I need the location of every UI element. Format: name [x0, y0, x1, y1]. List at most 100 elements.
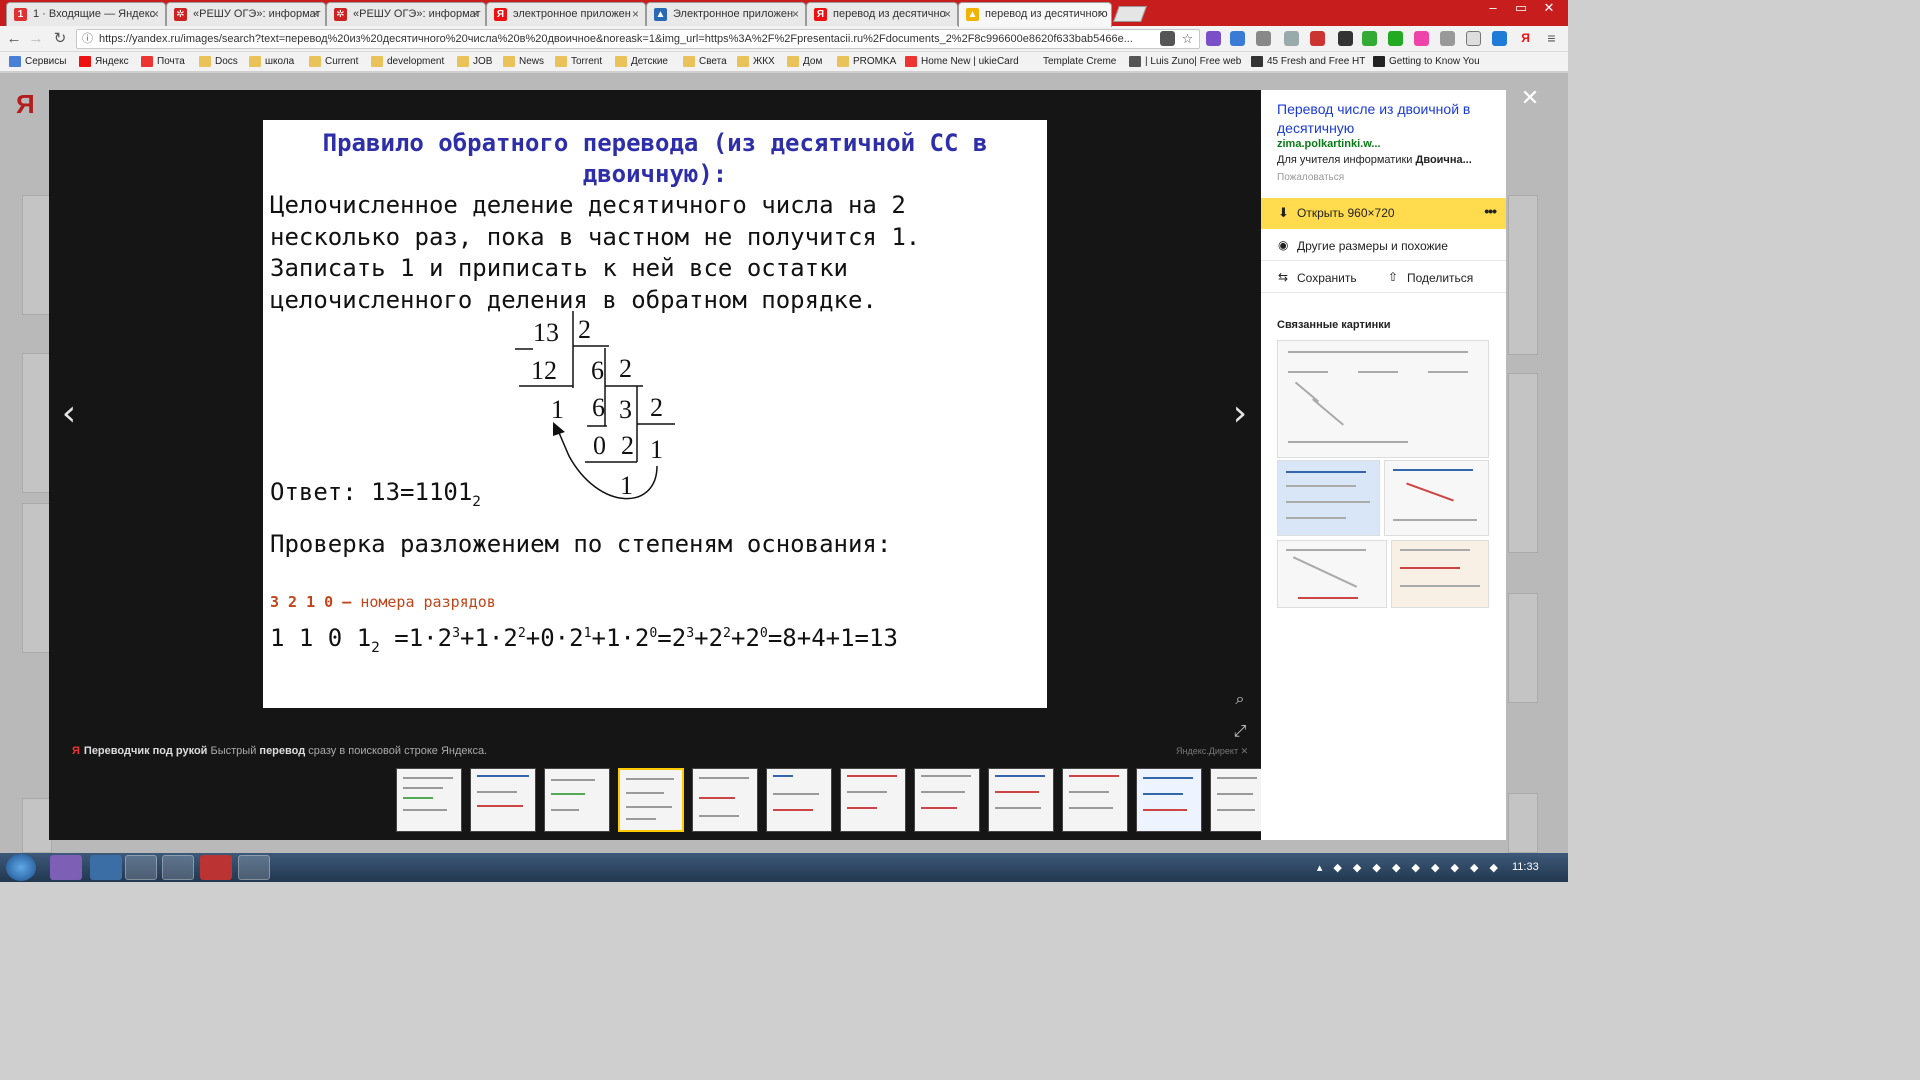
source-title-link[interactable]: Перевод числе из двоичной в десятичную — [1277, 100, 1497, 138]
more-options-icon[interactable]: ••• — [1484, 203, 1497, 219]
yandex-browser-icon[interactable] — [200, 855, 232, 880]
close-icon[interactable]: × — [312, 3, 319, 25]
bookmark-folder[interactable]: Детские — [614, 54, 668, 70]
mail-icon[interactable] — [1284, 31, 1299, 46]
cart-icon[interactable] — [1492, 31, 1507, 46]
close-icon[interactable]: × — [1098, 3, 1105, 25]
save-button[interactable]: ⇆ Сохранить — [1261, 262, 1381, 293]
chrome-icon[interactable] — [162, 855, 194, 880]
bookmark-folder[interactable]: Дом — [786, 54, 822, 70]
share-button[interactable]: ⇧ Поделиться — [1371, 262, 1506, 293]
info-icon[interactable]: ⓘ — [82, 30, 93, 48]
related-image[interactable] — [1384, 460, 1489, 536]
bookmark-item[interactable]: Home New | ukieCard — [904, 54, 1019, 70]
other-sizes-button[interactable]: ◉ Другие размеры и похожие — [1261, 230, 1506, 261]
menu-icon[interactable]: ≡ — [1544, 31, 1559, 46]
extension-icon[interactable] — [1440, 31, 1455, 46]
tab-reshu-oge-1[interactable]: ✲ «РЕШУ ОГЭ»: информат × — [166, 2, 326, 26]
chrome-icon[interactable] — [90, 855, 122, 880]
thumbnail[interactable] — [544, 768, 610, 832]
extension-icon[interactable] — [1362, 31, 1377, 46]
thumbnail[interactable] — [1136, 768, 1202, 832]
thumbnail[interactable] — [1210, 768, 1262, 832]
bookmark-item[interactable]: Template Creme — [1026, 54, 1116, 70]
close-icon[interactable]: × — [792, 3, 799, 25]
bookmark-item[interactable]: Сервисы — [8, 54, 66, 70]
bookmark-folder[interactable]: Current — [308, 54, 358, 70]
reload-icon[interactable]: ↻ — [50, 29, 70, 49]
tab-e-app-1[interactable]: Я электронное приложен × — [486, 2, 646, 26]
translate-icon[interactable] — [1230, 31, 1245, 46]
bookmark-folder[interactable]: development — [370, 54, 444, 70]
thumbnail[interactable] — [692, 768, 758, 832]
bookmark-folder[interactable]: PROMKA — [836, 54, 896, 70]
related-image[interactable] — [1277, 460, 1380, 536]
address-bar[interactable]: ⓘ https://yandex.ru/images/search?text=п… — [76, 29, 1200, 49]
tab-mail[interactable]: 1 1 · Входящие — Яндекс × — [6, 2, 166, 26]
ad-source[interactable]: Яндекс.Директ ✕ — [1176, 746, 1248, 757]
bookmark-item[interactable]: 45 Fresh and Free HT — [1250, 54, 1365, 70]
bookmark-folder[interactable]: News — [502, 54, 544, 70]
slide-image[interactable]: Правило обратного перевода (из десятично… — [263, 120, 1047, 708]
extension-icon[interactable] — [1414, 31, 1429, 46]
bookmark-item[interactable]: Почта — [140, 54, 185, 70]
bookmark-item[interactable]: Яндекс — [78, 54, 129, 70]
thumbnail[interactable] — [396, 768, 462, 832]
bookmark-folder[interactable]: Света — [682, 54, 727, 70]
extension-puzzle-icon[interactable] — [1160, 31, 1175, 46]
search-by-image-icon[interactable]: ⌕ — [1230, 690, 1250, 710]
window-icon[interactable] — [1466, 31, 1481, 46]
minimize-icon[interactable]: – — [1482, 0, 1504, 18]
ad-line[interactable]: Я Переводчик под рукой Быстрый перевод ср… — [72, 745, 487, 757]
clock[interactable]: 11:33 — [1512, 861, 1539, 873]
thumbnail[interactable] — [766, 768, 832, 832]
explorer-icon[interactable] — [125, 855, 157, 880]
thumbnail[interactable] — [988, 768, 1054, 832]
next-image-arrow-icon[interactable]: › — [1228, 396, 1252, 432]
close-icon[interactable]: × — [944, 3, 951, 25]
fullscreen-icon[interactable]: ⤢ — [1230, 722, 1250, 742]
system-tray[interactable]: ▴ ◆ ◆ ◆ ◆ ◆ ◆ ◆ ◆ ◆ — [1317, 861, 1502, 874]
tab-search[interactable]: Я перевод из десятично × — [806, 2, 958, 26]
bookmark-item[interactable]: | Luis Zuno| Free web — [1128, 54, 1241, 70]
related-image[interactable] — [1277, 540, 1387, 608]
windows-start-icon[interactable] — [6, 854, 36, 881]
related-image[interactable] — [1277, 340, 1489, 458]
bookmark-folder[interactable]: JOB — [456, 54, 492, 70]
back-arrow-icon[interactable]: ← — [4, 29, 24, 49]
thumbnail[interactable] — [840, 768, 906, 832]
open-image-button[interactable]: ⬇ Открыть 960×720 ••• — [1261, 198, 1506, 229]
bookmark-star-icon[interactable]: ☆ — [1180, 31, 1195, 46]
bookmark-folder[interactable]: Docs — [198, 54, 238, 70]
related-image[interactable] — [1391, 540, 1489, 608]
forward-arrow-icon[interactable]: → — [26, 29, 46, 49]
thumbnail-selected[interactable] — [618, 768, 684, 832]
word-icon[interactable] — [238, 855, 270, 880]
close-icon[interactable]: × — [472, 3, 479, 25]
new-tab-button[interactable] — [1113, 6, 1147, 22]
close-icon[interactable]: × — [632, 3, 639, 25]
tab-e-app-2[interactable]: ▲ Электронное приложен × — [646, 2, 806, 26]
close-window-icon[interactable]: ✕ — [1538, 0, 1560, 18]
close-icon[interactable]: × — [152, 3, 159, 25]
tab-reshu-oge-2[interactable]: ✲ «РЕШУ ОГЭ»: информат × — [326, 2, 486, 26]
extension-icon[interactable] — [1256, 31, 1271, 46]
yandex-icon[interactable]: Я — [1518, 31, 1533, 46]
thumbnail[interactable] — [470, 768, 536, 832]
bookmark-folder[interactable]: школа — [248, 54, 294, 70]
maximize-icon[interactable]: ▭ — [1510, 0, 1532, 18]
close-viewer-icon[interactable]: ✕ — [1518, 86, 1542, 110]
tab-active-images[interactable]: ▲ перевод из десятичного × — [958, 2, 1112, 27]
bookmark-folder[interactable]: ЖКХ — [736, 54, 775, 70]
app-icon[interactable] — [50, 855, 82, 880]
thumbnail[interactable] — [914, 768, 980, 832]
extension-icon[interactable] — [1206, 31, 1221, 46]
extension-icon[interactable] — [1338, 31, 1353, 46]
source-domain-link[interactable]: zima.polkartinki.w... — [1277, 138, 1381, 150]
bookmark-item[interactable]: Getting to Know You — [1372, 54, 1480, 70]
thumbnail[interactable] — [1062, 768, 1128, 832]
bookmark-folder[interactable]: Torrent — [554, 54, 602, 70]
prev-image-arrow-icon[interactable]: ‹ — [57, 396, 81, 432]
complain-link[interactable]: Пожаловаться — [1277, 172, 1344, 183]
gmail-icon[interactable] — [1310, 31, 1325, 46]
